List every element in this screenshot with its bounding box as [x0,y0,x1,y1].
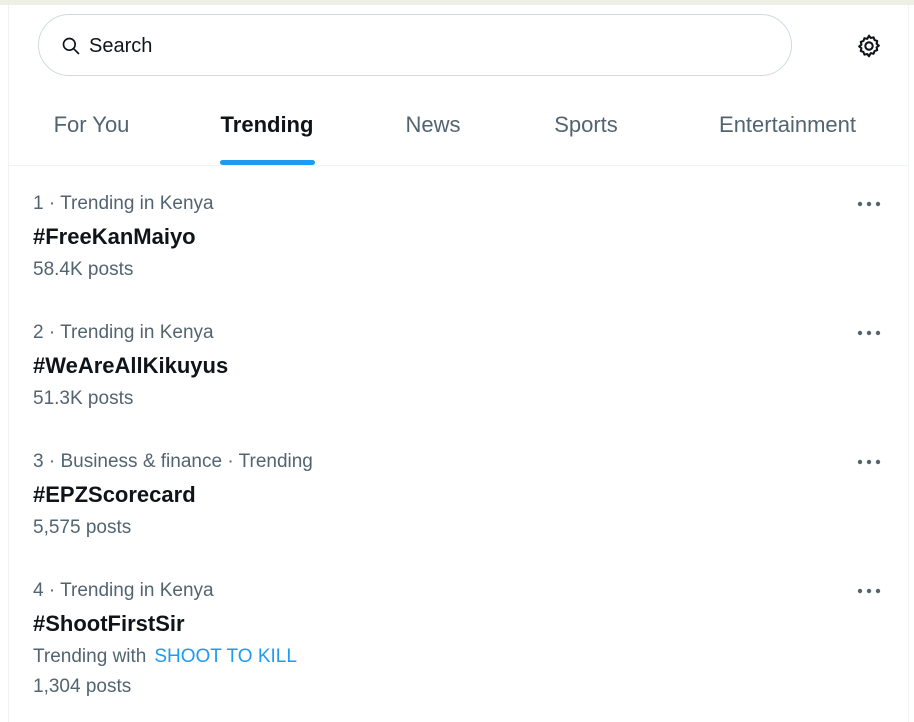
more-options-button[interactable] [855,194,883,214]
trend-name: #FreeKanMaiyo [33,224,196,249]
search-bar[interactable] [38,14,792,76]
tab-bar: For You Trending News Sports Entertainme… [9,85,909,166]
search-icon [62,37,80,55]
tab-label: Sports [554,112,618,137]
trend-name: #ShootFirstSir [33,611,185,636]
trend-item[interactable]: 2 · Trending in Kenya #WeAreAllKikuyus 5… [9,295,909,424]
search-input[interactable] [89,31,769,61]
trend-post-count: 51.3K posts [33,388,134,409]
more-horizontal-icon [857,588,881,594]
trend-context: 3 · Business & finance · Trending [33,451,313,472]
more-options-button[interactable] [855,581,883,601]
tab-sports[interactable]: Sports [506,85,666,165]
tab-for-you[interactable]: For You [9,85,174,165]
trending-with-row: Trending with SHOOT TO KILL [33,646,297,668]
tab-label: Trending [220,112,314,137]
more-horizontal-icon [857,201,881,207]
tab-entertainment[interactable]: Entertainment [666,85,909,165]
more-horizontal-icon [857,330,881,336]
trend-name: #EPZScorecard [33,482,196,507]
trend-post-count: 1,304 posts [33,676,132,697]
tab-label: For You [53,112,130,137]
trend-item[interactable]: 1 · Trending in Kenya #FreeKanMaiyo 58.4… [9,166,909,295]
explore-panel: For You Trending News Sports Entertainme… [0,0,914,722]
tab-label: News [405,112,461,137]
active-tab-indicator [220,160,315,165]
tab-label: Entertainment [719,112,856,137]
trend-context: 2 · Trending in Kenya [33,322,214,343]
trend-list: 1 · Trending in Kenya #FreeKanMaiyo 58.4… [9,166,909,713]
trend-name: #WeAreAllKikuyus [33,353,229,378]
trending-with-label: Trending with [33,646,147,667]
gear-icon[interactable] [856,33,882,59]
tab-trending[interactable]: Trending [174,85,360,165]
trend-post-count: 5,575 posts [33,517,132,538]
more-horizontal-icon [857,459,881,465]
trend-post-count: 58.4K posts [33,259,134,280]
trend-context: 4 · Trending in Kenya [33,580,214,601]
more-options-button[interactable] [855,452,883,472]
tab-news[interactable]: News [360,85,506,165]
trend-context: 1 · Trending in Kenya [33,193,214,214]
trend-item[interactable]: 4 · Trending in Kenya #ShootFirstSir Tre… [9,553,909,713]
trend-item[interactable]: 3 · Business & finance · Trending #EPZSc… [9,424,909,553]
more-options-button[interactable] [855,323,883,343]
trending-with-link[interactable]: SHOOT TO KILL [154,646,297,667]
